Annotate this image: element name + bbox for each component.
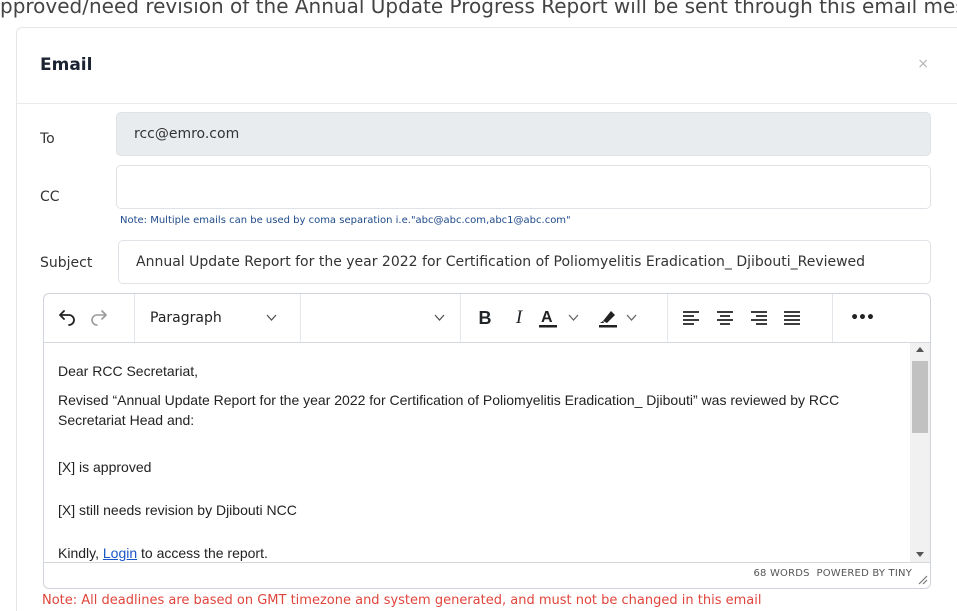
subject-value: Annual Update Report for the year 2022 f…	[136, 254, 866, 270]
more-options-button[interactable]: •••	[842, 294, 882, 342]
toolbar-separator	[300, 294, 301, 342]
redo-icon[interactable]	[84, 294, 114, 342]
resize-handle-icon[interactable]	[918, 575, 928, 585]
modal-header: Email ×	[17, 28, 957, 104]
editor-statusbar: 68 WORDS POWERED BY TINY	[44, 562, 930, 588]
scroll-down-icon[interactable]	[915, 551, 925, 558]
editor-scrollbar[interactable]	[910, 343, 930, 562]
cc-label: CC	[40, 189, 60, 205]
undo-icon[interactable]	[52, 294, 82, 342]
login-link[interactable]: Login	[103, 545, 137, 561]
body-paragraph-1: Revised “Annual Update Report for the ye…	[58, 392, 840, 428]
to-field[interactable]: rcc@emro.com	[116, 112, 931, 156]
highlighter-icon	[599, 311, 637, 328]
block-format-label: Paragraph	[150, 310, 222, 326]
to-value: rcc@emro.com	[134, 126, 240, 142]
chevron-down-icon	[434, 314, 445, 321]
email-modal: Email × To rcc@emro.com CC Note: Multipl…	[16, 27, 957, 611]
statusbar-text: 68 WORDS POWERED BY TINY	[753, 568, 912, 579]
modal-title: Email	[40, 55, 93, 75]
svg-text:A: A	[541, 309, 553, 326]
body-p4-after: to access the report.	[137, 545, 268, 561]
chevron-down-icon	[266, 314, 277, 321]
body-p4-before: Kindly,	[58, 545, 103, 561]
toolbar-separator	[460, 294, 461, 342]
align-center-icon[interactable]	[710, 294, 740, 342]
body-paragraph-3: [X] still needs revision by Djibouti NCC	[58, 502, 297, 518]
body-greeting: Dear RCC Secretariat,	[58, 363, 199, 379]
deadline-note: Note: All deadlines are based on GMT tim…	[42, 593, 762, 608]
cc-note: Note: Multiple emails can be used by com…	[120, 215, 571, 226]
toolbar-separator	[134, 294, 135, 342]
background-page-text: pproved/need revision of the Annual Upda…	[0, 0, 957, 18]
toolbar-separator	[832, 294, 833, 342]
align-left-icon[interactable]	[676, 294, 706, 342]
block-format-select[interactable]: Paragraph	[136, 294, 298, 342]
rich-text-editor: Paragraph B I A ••• Dear RCC Secretariat…	[43, 293, 931, 589]
editor-content[interactable]: Dear RCC Secretariat, Revised “Annual Up…	[44, 343, 910, 562]
cc-field[interactable]	[116, 165, 931, 209]
close-icon[interactable]: ×	[917, 56, 929, 72]
text-color-icon: A	[539, 309, 579, 328]
scroll-up-icon[interactable]	[915, 346, 925, 353]
scrollbar-thumb[interactable]	[912, 361, 928, 433]
subject-field[interactable]: Annual Update Report for the year 2022 f…	[118, 240, 931, 284]
text-color-button[interactable]: A	[537, 294, 595, 342]
editor-toolbar: Paragraph B I A •••	[44, 294, 930, 343]
to-label: To	[40, 131, 55, 147]
bold-button[interactable]: B	[470, 294, 500, 342]
toolbar-separator	[667, 294, 668, 342]
italic-button[interactable]: I	[504, 294, 534, 342]
font-size-select[interactable]	[302, 294, 458, 342]
align-right-icon[interactable]	[744, 294, 774, 342]
highlight-color-button[interactable]	[597, 294, 655, 342]
powered-by[interactable]: POWERED BY TINY	[817, 568, 913, 579]
subject-label: Subject	[40, 255, 93, 271]
align-justify-icon[interactable]	[777, 294, 807, 342]
word-count[interactable]: 68 WORDS	[753, 568, 809, 579]
body-paragraph-2: [X] is approved	[58, 459, 152, 475]
body-paragraph-4: Kindly, Login to access the report.	[58, 543, 878, 563]
